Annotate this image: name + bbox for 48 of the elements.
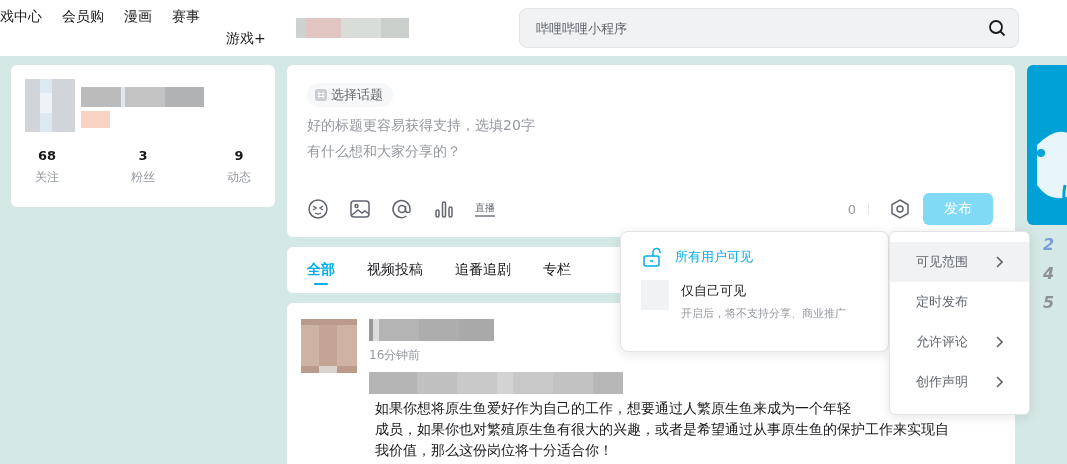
stat-label: 关注: [35, 169, 59, 186]
rank-number: 4: [1043, 264, 1056, 283]
nav-link[interactable]: 漫画: [114, 8, 162, 26]
nav-link[interactable]: 游戏+: [216, 30, 276, 48]
stat-label: 动态: [227, 169, 251, 186]
chevron-right-icon: [995, 256, 1003, 268]
search-field[interactable]: 哔哩哔哩小程序: [533, 19, 988, 37]
at-sign-icon: [391, 198, 413, 220]
topic-button[interactable]: 选择话题: [307, 83, 393, 107]
poll-button[interactable]: [433, 198, 455, 220]
blurred-badge: [81, 111, 110, 128]
emoji-icon: [307, 198, 329, 220]
feed-tab[interactable]: 专栏: [543, 247, 571, 293]
chevron-right-icon: [995, 336, 1003, 348]
image-button[interactable]: [349, 198, 371, 220]
image-icon: [349, 198, 371, 220]
menu-item[interactable]: 允许评论: [890, 322, 1029, 362]
nav-link[interactable]: 赛事: [162, 8, 210, 26]
nav-link[interactable]: 会员购: [52, 8, 114, 26]
post-text-line: 我价值，那么这份岗位将十分适合你！: [374, 441, 614, 460]
stat-label: 粉丝: [131, 169, 155, 186]
search-bar[interactable]: 哔哩哔哩小程序: [518, 8, 1019, 48]
chevron-right-icon: [995, 376, 1003, 388]
menu-item[interactable]: 定时发布: [890, 282, 1029, 322]
post-text-line: 成员，如果你也对繁殖原生鱼有很大的兴趣，或者是希望通过从事原生鱼的保护工作来实现自: [374, 420, 949, 439]
stat-count: 9: [234, 148, 244, 163]
settings-icon: [889, 198, 911, 220]
rank-number: 5: [1043, 293, 1056, 312]
mention-button[interactable]: [391, 198, 413, 220]
rank-number: 2: [1043, 235, 1056, 254]
feed-tab[interactable]: 追番追剧: [455, 247, 511, 293]
bar-chart-icon: [433, 198, 455, 220]
post-text-line: 如果你想将原生鱼爱好作为自己的工作，想要通过人繁原生鱼来成为一个年轻: [374, 399, 852, 418]
menu-item[interactable]: 创作声明: [890, 362, 1029, 402]
settings-button[interactable]: [889, 198, 911, 220]
stat-count: 3: [138, 148, 148, 163]
hash-icon: [315, 89, 327, 101]
nav-link[interactable]: 戏中心: [0, 8, 52, 26]
search-icon[interactable]: [987, 19, 1006, 37]
unlock-icon: [641, 246, 663, 268]
menu-item[interactable]: 可见范围: [890, 242, 1029, 282]
stat-count: 68: [37, 148, 57, 163]
live-button[interactable]: 直播: [475, 201, 495, 217]
emoji-button[interactable]: [307, 198, 329, 220]
visibility-option[interactable]: 仅自己可见 开启后，将不支持分享、商业推广: [641, 280, 868, 321]
feed-tab[interactable]: 视频投稿: [367, 247, 423, 293]
character-count: 0: [847, 201, 856, 217]
post-time: 16分钟前: [369, 347, 422, 364]
